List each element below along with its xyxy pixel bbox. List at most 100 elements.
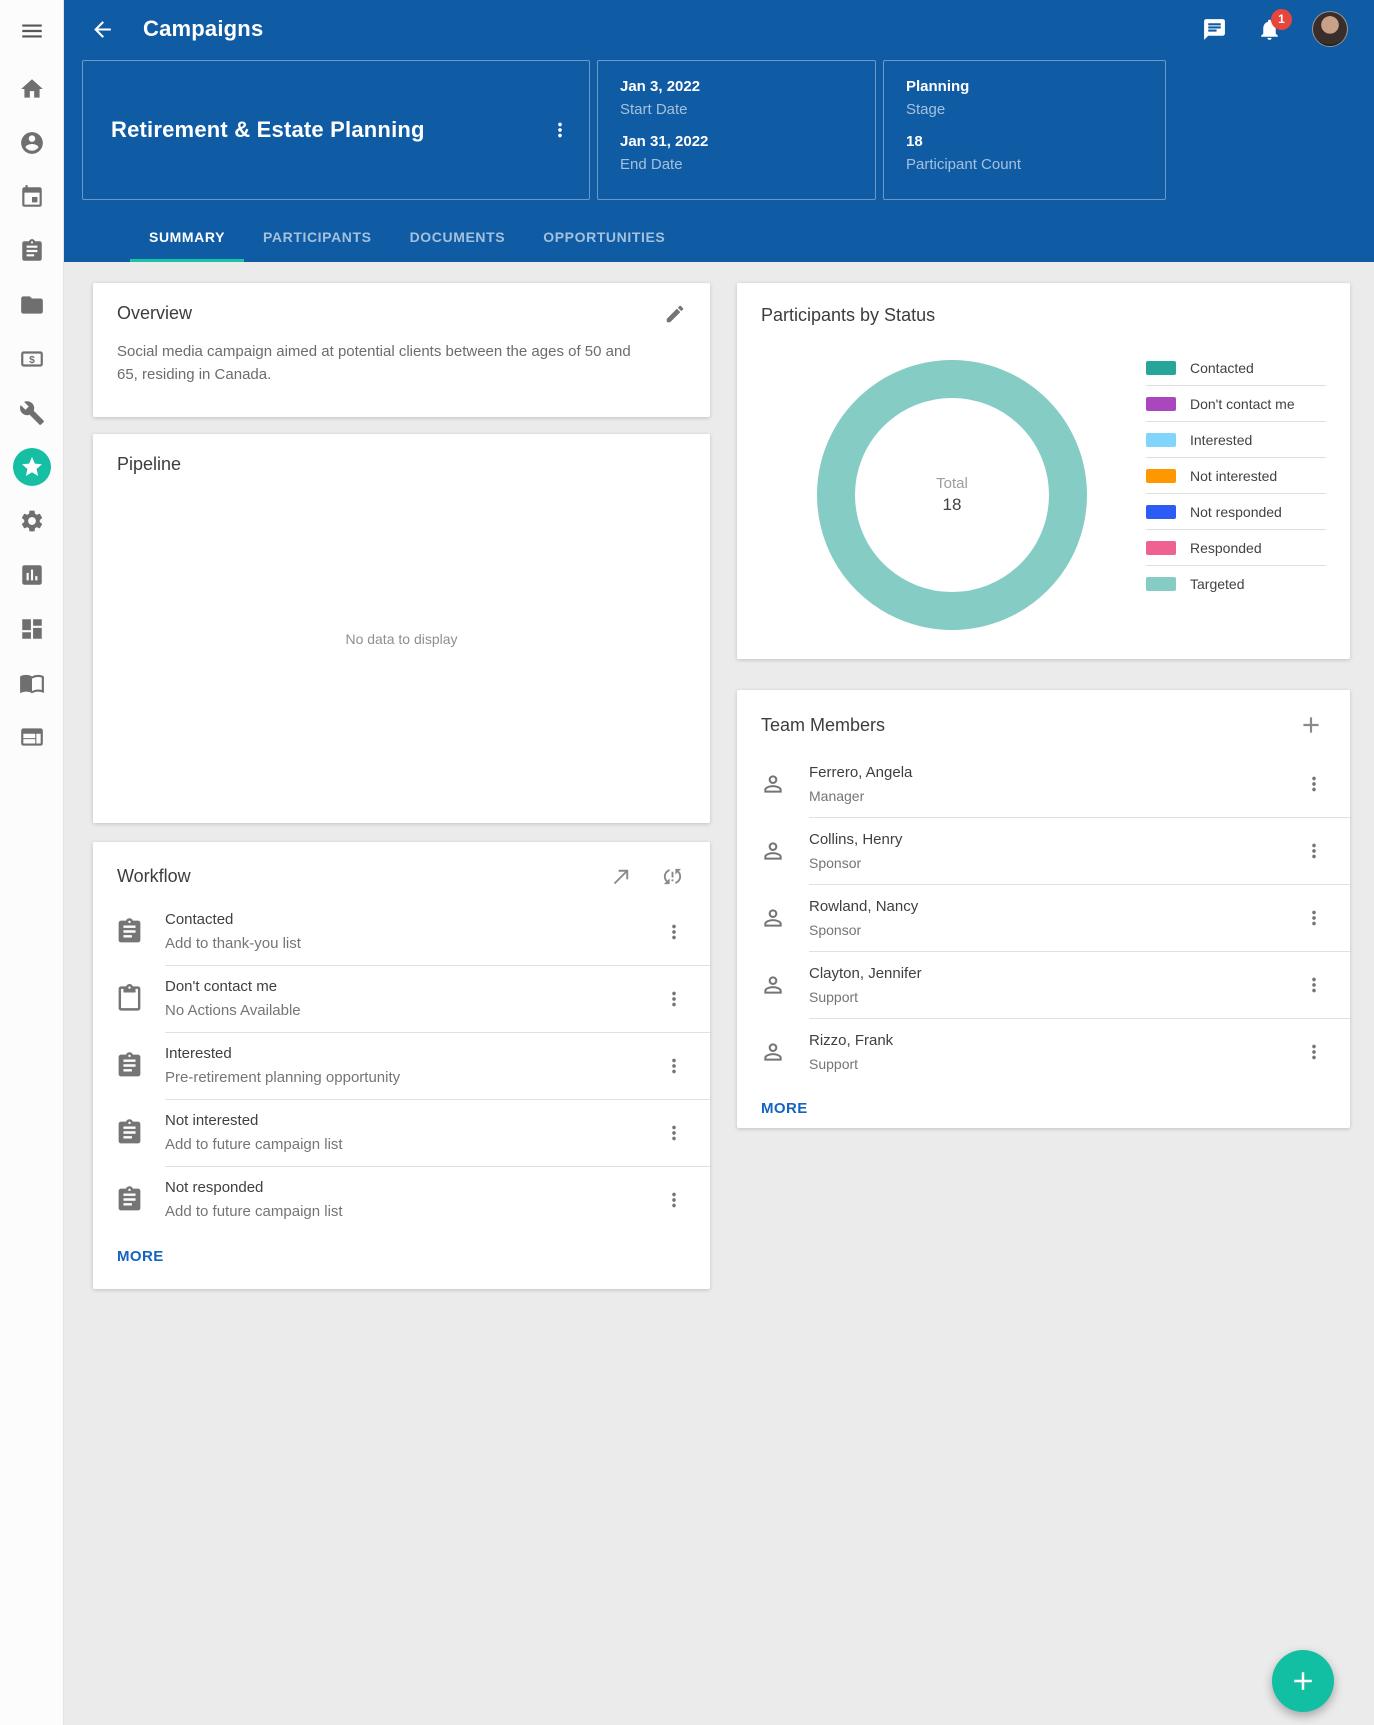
start-date-label: Start Date	[620, 101, 875, 118]
workflow-item-menu-button[interactable]	[653, 1122, 710, 1144]
member-role: Sponsor	[809, 855, 1293, 871]
member-menu-button[interactable]	[1293, 840, 1350, 862]
campaign-dates-card: Jan 3, 2022 Start Date Jan 31, 2022 End …	[597, 60, 876, 200]
legend-item: Contacted	[1146, 350, 1326, 386]
campaigns-star-icon	[20, 455, 44, 479]
member-role: Support	[809, 1056, 1293, 1072]
tab-opportunities[interactable]: OPPORTUNITIES	[524, 214, 684, 262]
tab-participants[interactable]: PARTICIPANTS	[244, 214, 391, 262]
workflow-more-link[interactable]: MORE	[117, 1248, 164, 1265]
workflow-item[interactable]: Interested Pre-retirement planning oppor…	[93, 1032, 710, 1099]
member-role: Manager	[809, 788, 1293, 804]
sidebar-item-accounts[interactable]: $	[0, 332, 63, 386]
member-menu-button[interactable]	[1293, 907, 1350, 929]
add-fab-button[interactable]	[1272, 1650, 1334, 1712]
pipeline-title: Pipeline	[117, 454, 686, 475]
team-member-row[interactable]: Ferrero, Angela Manager	[737, 750, 1350, 817]
sidebar-item-home[interactable]	[0, 62, 63, 116]
sidebar-item-campaigns-active[interactable]	[0, 440, 63, 494]
donut-total-value: 18	[943, 495, 962, 515]
tab-bar: SUMMARY PARTICIPANTS DOCUMENTS OPPORTUNI…	[130, 214, 684, 262]
main-content: Overview Social media campaign aimed at …	[64, 262, 1374, 1289]
legend-item: Not interested	[1146, 458, 1326, 494]
dashboard-icon	[19, 616, 45, 642]
sidebar-item-dashboard[interactable]	[0, 602, 63, 656]
team-member-row[interactable]: Collins, Henry Sponsor	[737, 817, 1350, 884]
participants-chart-title: Participants by Status	[761, 305, 935, 325]
chat-button[interactable]	[1202, 17, 1227, 42]
member-menu-button[interactable]	[1293, 1041, 1350, 1063]
workflow-item[interactable]: Not interested Add to future campaign li…	[93, 1099, 710, 1166]
sidebar-item-cards[interactable]	[0, 710, 63, 764]
user-avatar[interactable]	[1312, 11, 1348, 47]
active-item-highlight	[13, 448, 51, 486]
workflow-card: Workflow Contacted	[93, 842, 710, 1289]
participant-count-value: 18	[906, 133, 1165, 150]
tasks-icon	[19, 238, 45, 264]
person-icon	[760, 771, 786, 797]
more-vert-icon	[1303, 907, 1325, 929]
workflow-item-menu-button[interactable]	[653, 921, 710, 943]
legend-swatch-not-interested	[1146, 469, 1176, 483]
workflow-item[interactable]: Don't contact me No Actions Available	[93, 965, 710, 1032]
hamburger-menu-icon[interactable]	[0, 0, 63, 62]
team-member-row[interactable]: Rizzo, Frank Support	[737, 1018, 1350, 1085]
campaign-detail-page: $ Campaigns	[0, 0, 1374, 1725]
workflow-sync-problem-button[interactable]	[661, 865, 684, 888]
workflow-item-menu-button[interactable]	[653, 1055, 710, 1077]
workflow-title: Workflow	[117, 866, 191, 887]
workflow-item-menu-button[interactable]	[653, 988, 710, 1010]
team-member-row[interactable]: Clayton, Jennifer Support	[737, 951, 1350, 1018]
workflow-item[interactable]: Not responded Add to future campaign lis…	[93, 1166, 710, 1233]
workflow-item[interactable]: Contacted Add to thank-you list	[93, 898, 710, 965]
calendar-icon	[19, 184, 45, 210]
settings-icon	[19, 508, 45, 534]
tab-documents[interactable]: DOCUMENTS	[391, 214, 525, 262]
workflow-open-button[interactable]	[610, 865, 633, 888]
clipboard-empty-icon	[115, 984, 144, 1013]
sidebar-item-calendar[interactable]	[0, 170, 63, 224]
participants-donut-chart: Total 18	[817, 360, 1087, 630]
sidebar-item-tasks[interactable]	[0, 224, 63, 278]
add-team-member-button[interactable]	[1298, 712, 1324, 738]
page-header: Campaigns 1 Retirement & Estate Planning	[64, 0, 1374, 262]
end-date-label: End Date	[620, 156, 875, 173]
member-menu-button[interactable]	[1293, 773, 1350, 795]
workflow-item-menu-button[interactable]	[653, 1189, 710, 1211]
clipboard-filled-icon	[115, 917, 144, 946]
sidebar-item-knowledge[interactable]	[0, 656, 63, 710]
member-menu-button[interactable]	[1293, 974, 1350, 996]
sidebar-item-documents[interactable]	[0, 278, 63, 332]
top-app-bar: Campaigns 1	[64, 0, 1374, 58]
legend-item: Interested	[1146, 422, 1326, 458]
sidebar-item-settings[interactable]	[0, 494, 63, 548]
sidebar-item-contacts[interactable]	[0, 116, 63, 170]
more-vert-icon	[663, 988, 685, 1010]
workflow-status: Not responded	[165, 1179, 653, 1196]
more-vert-icon	[663, 1055, 685, 1077]
campaign-name: Retirement & Estate Planning	[111, 117, 425, 143]
campaign-menu-button[interactable]	[549, 119, 571, 141]
workflow-action: Add to future campaign list	[165, 1136, 653, 1153]
sidebar-item-reports[interactable]	[0, 548, 63, 602]
page-title: Campaigns	[143, 16, 263, 42]
legend-item: Responded	[1146, 530, 1326, 566]
back-button[interactable]	[90, 17, 115, 42]
team-more-link[interactable]: MORE	[761, 1100, 808, 1117]
more-vert-icon	[663, 921, 685, 943]
notifications-button[interactable]: 1	[1257, 17, 1282, 42]
sidebar-item-tools[interactable]	[0, 386, 63, 440]
stage-value: Planning	[906, 78, 1165, 95]
edit-overview-button[interactable]	[664, 303, 686, 325]
overview-title: Overview	[117, 303, 192, 324]
team-member-row[interactable]: Rowland, Nancy Sponsor	[737, 884, 1350, 951]
legend-item: Not responded	[1146, 494, 1326, 530]
member-role: Sponsor	[809, 922, 1293, 938]
more-vert-icon	[1303, 1041, 1325, 1063]
workflow-action: Add to thank-you list	[165, 935, 653, 952]
chart-legend: Contacted Don't contact me Interested	[1146, 350, 1326, 630]
tab-summary[interactable]: SUMMARY	[130, 214, 244, 262]
member-name: Rowland, Nancy	[809, 898, 1293, 915]
launch-arrow-icon	[610, 865, 633, 888]
overview-card: Overview Social media campaign aimed at …	[93, 283, 710, 417]
